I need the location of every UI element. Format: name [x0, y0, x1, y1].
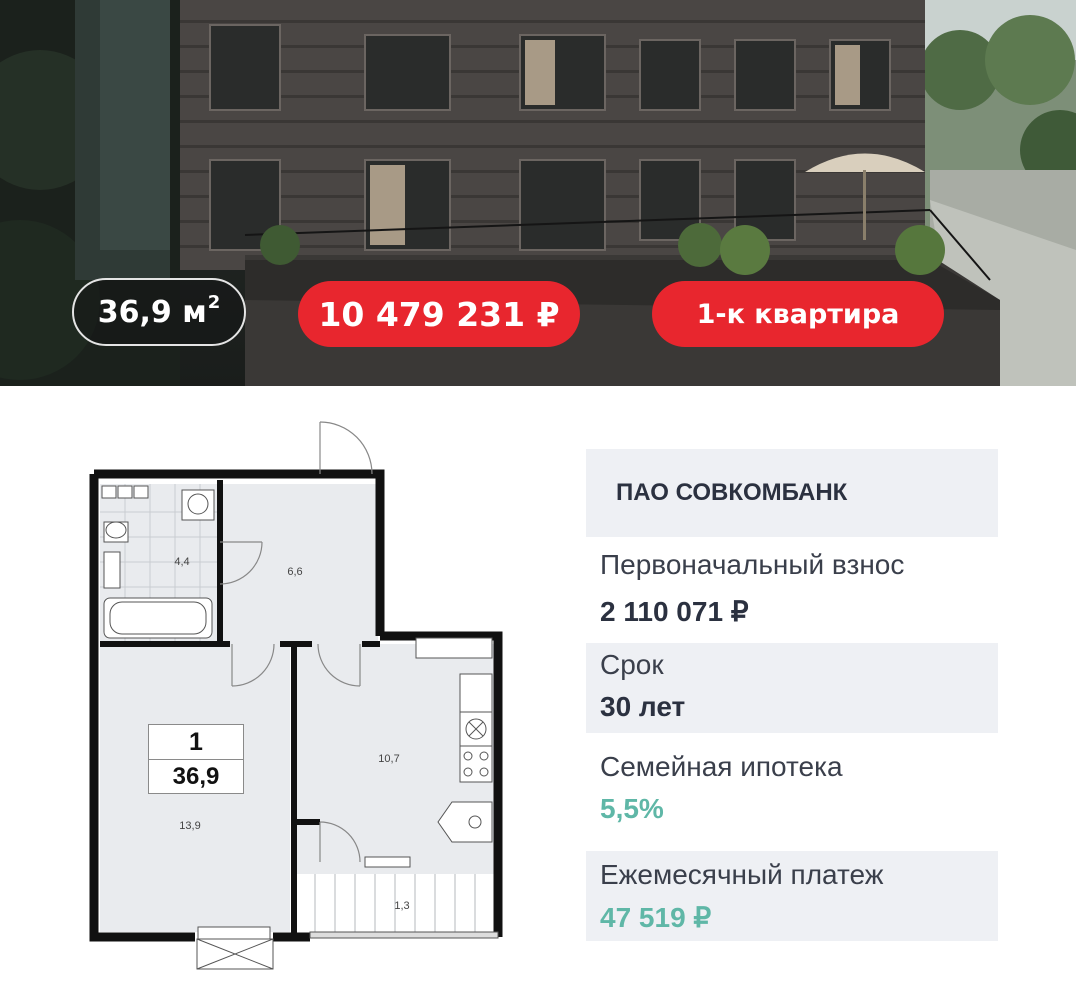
apartment-summary-box: 1 36,9: [148, 724, 244, 794]
room-area-hall: 6,6: [287, 566, 303, 578]
term-value: 30 лет: [600, 691, 686, 722]
area-value: 36,9 м: [97, 294, 207, 330]
room-area-kitchen: 10,7: [378, 753, 400, 765]
price-value: 10 479 231 ₽: [318, 294, 560, 334]
area-unit-superscript: 2: [207, 291, 221, 313]
room-area-living: 13,9: [179, 820, 201, 832]
apartment-type-badge[interactable]: 1-к квартира: [652, 281, 944, 347]
floor-plan: 4,4 6,6 13,9 10,7 1,3 1 36,9: [80, 412, 510, 972]
apartment-type-label: 1-к квартира: [696, 298, 900, 330]
program-row: Семейная ипотека 5,5%: [586, 733, 998, 851]
term-label: Срок: [600, 649, 664, 680]
room-area-balcony: 1,3: [394, 900, 410, 912]
monthly-payment-label: Ежемесячный платеж: [600, 859, 884, 890]
monthly-payment-row: Ежемесячный платеж 47 519 ₽: [586, 851, 998, 941]
program-rate: 5,5%: [600, 793, 664, 824]
down-payment-label: Первоначальный взнос: [600, 549, 905, 580]
down-payment-value: 2 110 071 ₽: [600, 596, 749, 627]
down-payment-row: Первоначальный взнос 2 110 071 ₽: [586, 537, 998, 643]
room-count: 1: [149, 725, 243, 760]
hero-photo: 36,9 м2 10 479 231 ₽ 1-к квартира: [0, 0, 1076, 386]
mortgage-panel: ПАО СОВКОМБАНК Первоначальный взнос 2 11…: [586, 449, 998, 941]
price-badge: 10 479 231 ₽: [298, 281, 580, 347]
monthly-payment-value: 47 519 ₽: [600, 902, 712, 933]
program-label: Семейная ипотека: [600, 751, 843, 782]
bank-name: ПАО СОВКОМБАНК: [586, 449, 998, 537]
room-area-bathroom: 4,4: [174, 556, 190, 568]
total-area: 36,9: [172, 763, 220, 790]
floor-plan-drawing: [89, 421, 503, 970]
area-badge: 36,9 м2: [72, 278, 246, 346]
term-row: Срок 30 лет: [586, 643, 998, 733]
